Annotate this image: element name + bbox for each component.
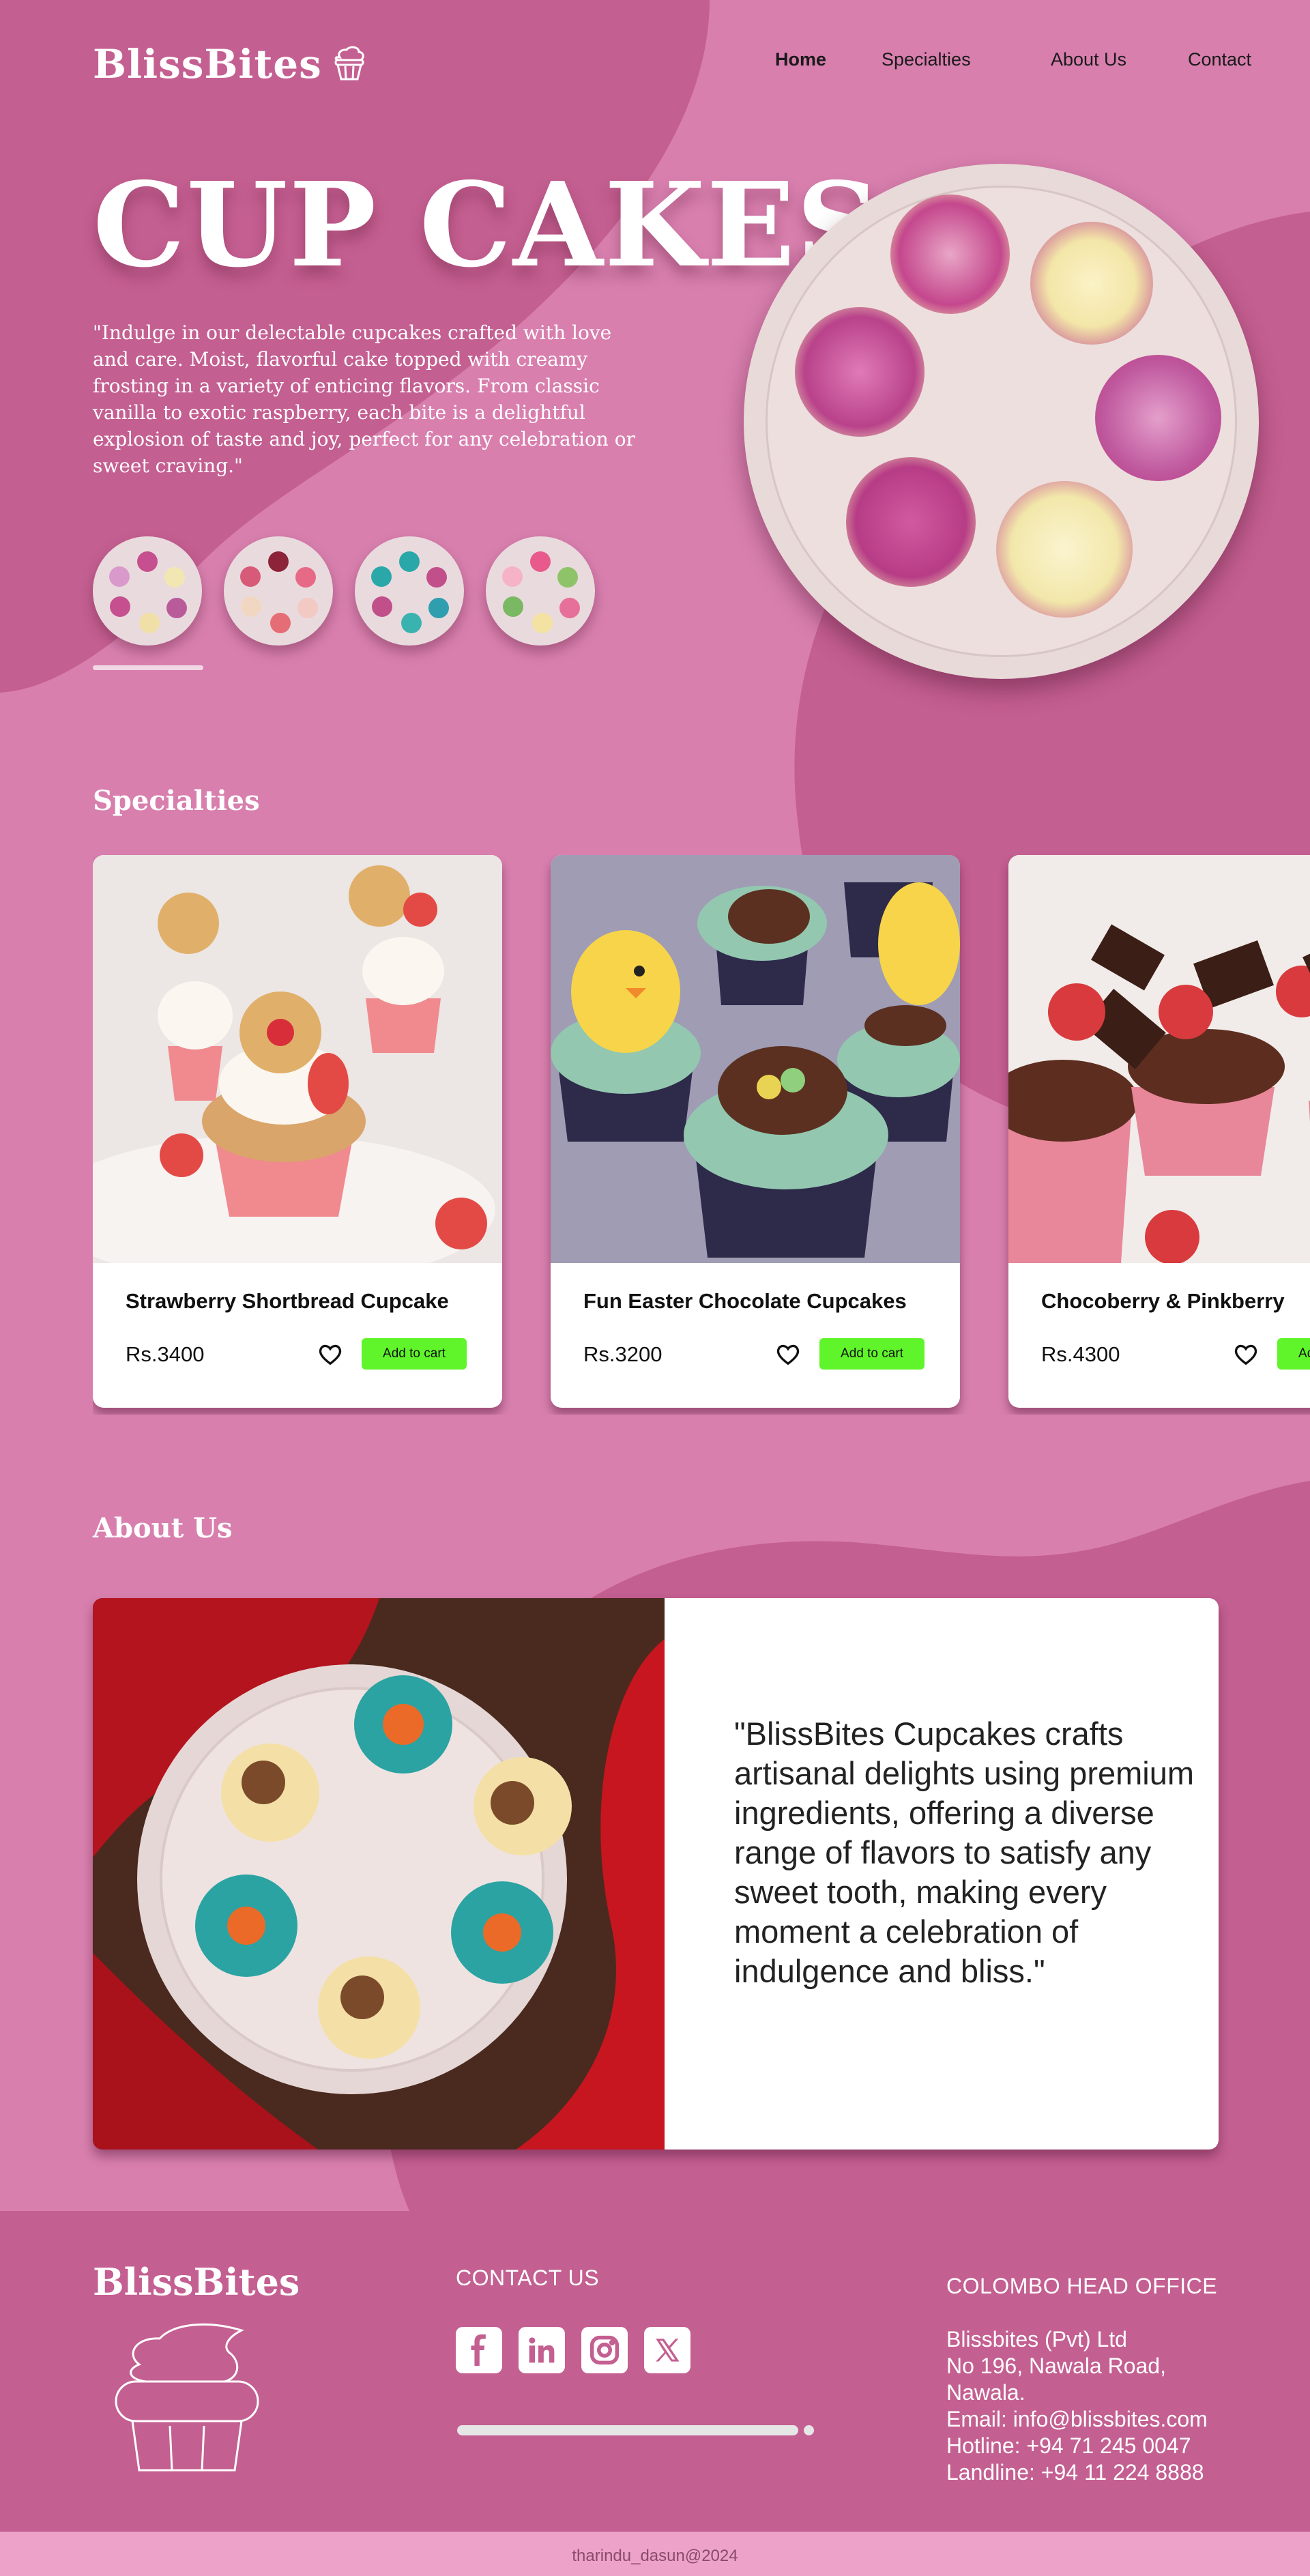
product-name: Strawberry Shortbread Cupcake xyxy=(126,1289,449,1313)
product-image xyxy=(1008,855,1310,1263)
office-landline[interactable]: Landline: +94 11 224 8888 xyxy=(946,2460,1204,2485)
add-to-cart-button[interactable]: Add to cart xyxy=(819,1338,925,1370)
thumbnail-1[interactable] xyxy=(93,536,202,646)
x-icon[interactable] xyxy=(644,2327,690,2373)
office-email[interactable]: Email: info@blissbites.com xyxy=(946,2407,1208,2432)
heart-icon[interactable] xyxy=(774,1341,802,1368)
nav-about-us[interactable]: About Us xyxy=(1051,49,1126,70)
hero-thumbnails xyxy=(93,536,595,646)
product-image xyxy=(93,855,502,1263)
nav-contact[interactable]: Contact xyxy=(1188,49,1251,70)
thumbnail-active-indicator xyxy=(93,665,203,670)
product-price: Rs.4300 xyxy=(1041,1342,1120,1366)
add-to-cart-button[interactable]: Add to cart xyxy=(1277,1338,1310,1370)
hero-description: "Indulge in our delectable cupcakes craf… xyxy=(93,321,635,477)
top-navigation: BlissBites Home Specialties About Us Con… xyxy=(0,0,1310,130)
office-hotline[interactable]: Hotline: +94 71 245 0047 xyxy=(946,2433,1191,2459)
specialties-title: Specialties xyxy=(93,785,260,817)
office-address-line-2: Nawala. xyxy=(946,2380,1025,2405)
cupcake-outline-icon xyxy=(115,2323,259,2472)
copyright-text: tharindu_dasun@2024 xyxy=(572,2547,738,2565)
cupcake-icon xyxy=(332,44,367,85)
instagram-icon[interactable] xyxy=(581,2327,628,2373)
footer-slider-track[interactable] xyxy=(457,2425,798,2435)
contact-heading: CONTACT US xyxy=(456,2266,600,2290)
product-image xyxy=(551,855,960,1263)
office-company: Blissbites (Pvt) Ltd xyxy=(946,2327,1127,2351)
thumbnail-3[interactable] xyxy=(355,536,464,646)
about-title: About Us xyxy=(93,1512,233,1544)
product-price: Rs.3200 xyxy=(583,1342,663,1366)
product-card[interactable]: Strawberry Shortbread Cupcake Rs.3400 Ad… xyxy=(93,855,502,1408)
add-to-cart-button[interactable]: Add to cart xyxy=(362,1338,467,1370)
social-links xyxy=(456,2327,690,2373)
product-carousel: Strawberry Shortbread Cupcake Rs.3400 Ad… xyxy=(93,855,1310,1415)
thumbnail-2[interactable] xyxy=(224,536,333,646)
about-description: "BlissBites Cupcakes crafts artisanal de… xyxy=(734,1716,1194,1989)
copyright-bar: tharindu_dasun@2024 xyxy=(0,2532,1310,2576)
footer-logo[interactable]: BlissBites xyxy=(93,2260,300,2304)
office-heading: COLOMBO HEAD OFFICE xyxy=(946,2274,1218,2298)
hero-title: CUP CAKES xyxy=(93,157,882,293)
brand-logo[interactable]: BlissBites xyxy=(93,41,367,87)
facebook-icon[interactable] xyxy=(456,2327,502,2373)
footer-slider-handle[interactable] xyxy=(804,2425,814,2435)
nav-specialties[interactable]: Specialties xyxy=(882,49,971,70)
about-image xyxy=(93,1598,665,2150)
about-card: "BlissBites Cupcakes crafts artisanal de… xyxy=(93,1598,1219,2150)
product-card[interactable]: Fun Easter Chocolate Cupcakes Rs.3200 Ad… xyxy=(551,855,960,1408)
footer: BlissBites CONTACT US COLOMBO HEAD OFFIC… xyxy=(0,2211,1310,2532)
product-name: Chocoberry & Pinkberry xyxy=(1041,1289,1285,1313)
linkedin-icon[interactable] xyxy=(519,2327,565,2373)
brand-name: BlissBites xyxy=(93,41,322,87)
nav-home[interactable]: Home xyxy=(775,49,826,70)
product-card[interactable]: Chocoberry & Pinkberry Rs.4300 Add to ca… xyxy=(1008,855,1310,1408)
thumbnail-4[interactable] xyxy=(486,536,595,646)
product-name: Fun Easter Chocolate Cupcakes xyxy=(583,1289,907,1313)
hero-cupcake-plate-image xyxy=(744,164,1259,679)
heart-icon[interactable] xyxy=(1232,1341,1260,1368)
product-price: Rs.3400 xyxy=(126,1342,205,1366)
office-address-line-1: No 196, Nawala Road, xyxy=(946,2354,1166,2378)
heart-icon[interactable] xyxy=(317,1341,344,1368)
